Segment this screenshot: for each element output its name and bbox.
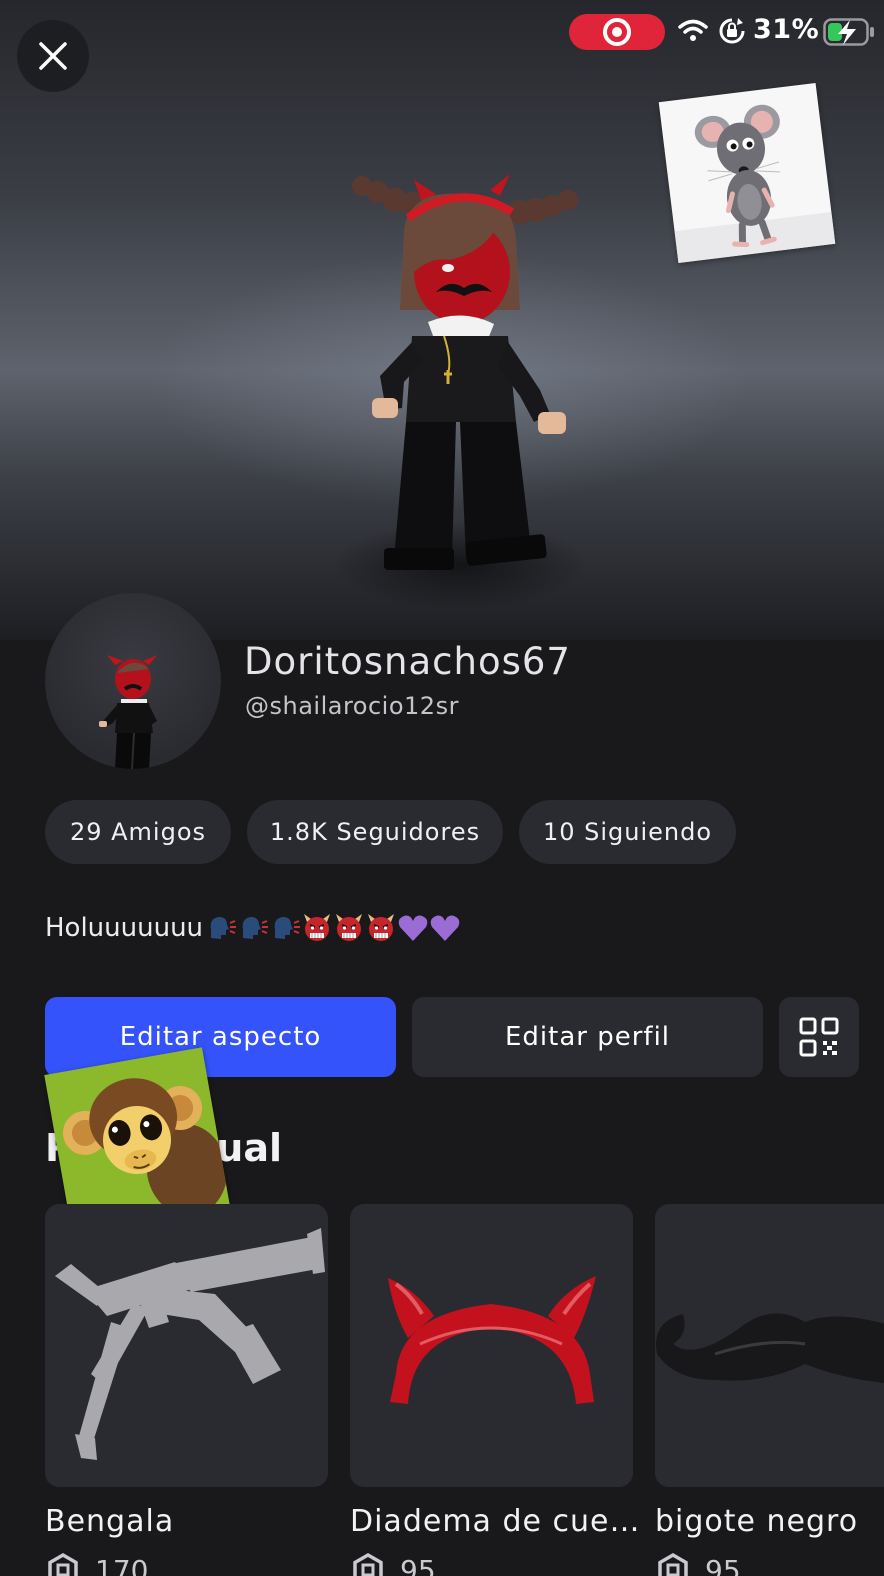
rotation-lock-icon (719, 18, 745, 44)
animation-pose-thumbnail (55, 1228, 325, 1460)
ogre-icon (301, 912, 333, 944)
speaking-head-icon (237, 912, 269, 944)
outfit-item-name[interactable]: bigote negro (655, 1504, 858, 1539)
display-name: Doritosnachos67 (244, 640, 571, 683)
outfit-item-name[interactable]: Diadema de cue… (350, 1504, 640, 1539)
bio: Holuuuuuuu (45, 912, 461, 944)
ogre-icon (365, 912, 397, 944)
purple-heart-icon (429, 912, 461, 944)
outfit-item-price: 95 (350, 1552, 436, 1576)
screen-recording-indicator[interactable] (569, 14, 665, 50)
qr-code-button[interactable] (779, 997, 859, 1077)
avatar-viewport[interactable] (0, 0, 884, 640)
qr-code-icon (799, 1017, 839, 1057)
avatar-3d-figure[interactable] (340, 160, 600, 590)
status-bar: 31% (0, 0, 884, 64)
battery-percentage: 31% (753, 14, 820, 45)
purple-heart-icon (397, 912, 429, 944)
outfit-item-card[interactable] (655, 1204, 884, 1487)
profile-avatar[interactable] (45, 593, 221, 769)
battery-charging-icon (823, 18, 874, 46)
devil-horns-headband-thumbnail (388, 1276, 596, 1404)
close-icon (39, 42, 67, 70)
followers-count-button[interactable]: 1.8K Seguidores (247, 800, 503, 864)
edit-profile-button[interactable]: Editar perfil (412, 997, 763, 1077)
robux-icon (658, 1552, 688, 1576)
friends-count-button[interactable]: 29 Amigos (45, 800, 231, 864)
outfit-item-card[interactable] (45, 1204, 328, 1487)
outfit-item-name[interactable]: Bengala (45, 1504, 174, 1539)
bio-emojis (205, 912, 461, 944)
bio-text: Holuuuuuuu (45, 913, 204, 943)
rat-sticker-image (658, 82, 836, 264)
outfit-item-price: 95 (655, 1552, 741, 1576)
robux-icon (353, 1552, 383, 1576)
outfit-item-card[interactable] (350, 1204, 633, 1487)
wifi-icon (678, 19, 708, 41)
robux-icon (48, 1552, 78, 1576)
speaking-head-icon (205, 912, 237, 944)
following-count-button[interactable]: 10 Siguiendo (519, 800, 736, 864)
record-icon (603, 18, 631, 46)
ogre-icon (333, 912, 365, 944)
username: @shailarocio12sr (245, 692, 459, 720)
speaking-head-icon (269, 912, 301, 944)
outfit-item-price: 170 (45, 1552, 148, 1576)
black-mustache-thumbnail (656, 1313, 884, 1383)
close-button[interactable] (17, 20, 89, 92)
